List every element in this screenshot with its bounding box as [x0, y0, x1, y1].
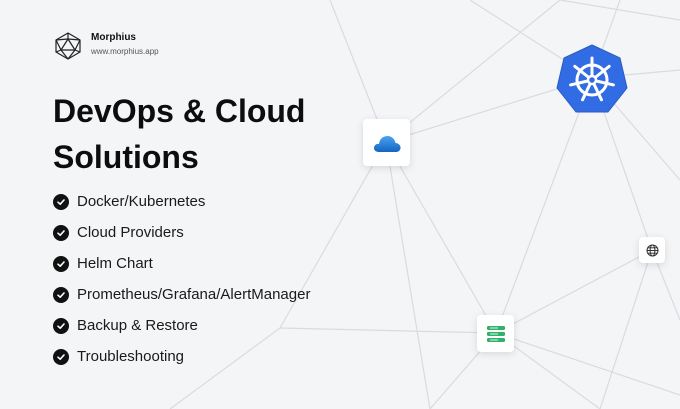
list-item: Helm Chart	[53, 248, 310, 279]
page-title: DevOps & Cloud Solutions	[53, 88, 353, 180]
check-circle-icon	[53, 255, 69, 272]
check-circle-icon	[53, 348, 69, 365]
feature-label: Backup & Restore	[77, 317, 198, 334]
feature-list: Docker/Kubernetes Cloud Providers Helm C…	[53, 186, 310, 372]
feature-label: Cloud Providers	[77, 224, 184, 241]
server-card	[477, 315, 514, 352]
server-icon	[486, 325, 505, 342]
list-item: Prometheus/Grafana/AlertManager	[53, 279, 310, 310]
cloud-card	[363, 119, 410, 166]
check-circle-icon	[53, 193, 69, 210]
polyhedron-icon	[55, 32, 81, 60]
feature-label: Docker/Kubernetes	[77, 193, 206, 210]
globe-card	[639, 237, 665, 263]
list-item: Troubleshooting	[53, 341, 310, 372]
brand: Morphius www.morphius.app	[53, 31, 159, 61]
cloud-icon	[373, 135, 401, 152]
list-item: Backup & Restore	[53, 310, 310, 341]
feature-label: Prometheus/Grafana/AlertManager	[77, 286, 311, 303]
brand-name: Morphius	[91, 32, 136, 43]
check-circle-icon	[53, 317, 69, 334]
feature-label: Helm Chart	[77, 255, 153, 272]
page-title-line-2: Solutions	[53, 139, 199, 175]
check-circle-icon	[53, 286, 69, 303]
feature-label: Troubleshooting	[77, 348, 185, 365]
list-item: Docker/Kubernetes	[53, 186, 310, 217]
check-circle-icon	[53, 224, 69, 241]
globe-icon	[646, 244, 658, 256]
list-item: Cloud Providers	[53, 217, 310, 248]
page-title-line-1: DevOps & Cloud	[53, 93, 306, 129]
kubernetes-helm-icon	[556, 44, 628, 113]
brand-url: www.morphius.app	[91, 47, 159, 56]
